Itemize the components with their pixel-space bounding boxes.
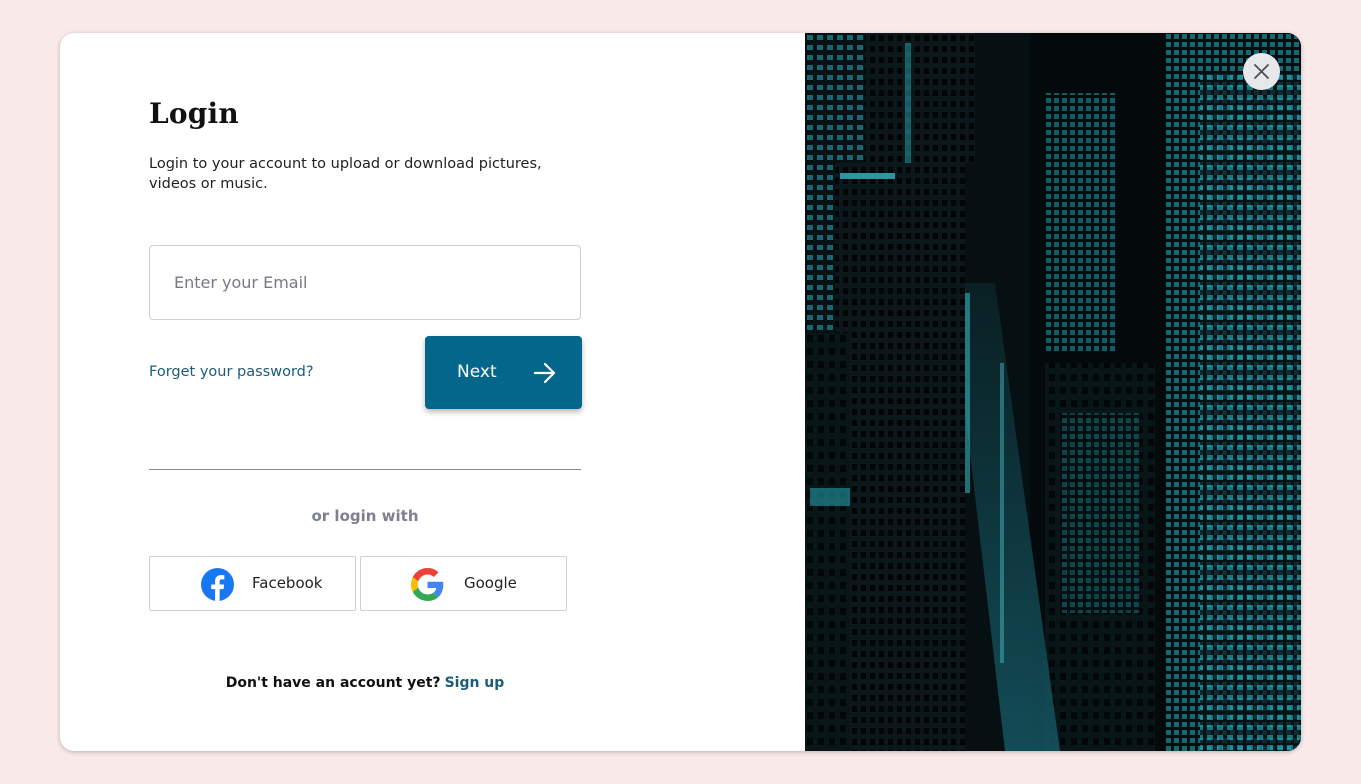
facebook-button-label: Facebook	[252, 574, 323, 592]
or-login-with-label: or login with	[311, 507, 419, 525]
signup-prompt: Don't have an account yet?	[225, 675, 441, 691]
close-button[interactable]	[1243, 53, 1280, 90]
google-login-button[interactable]: Google	[360, 556, 567, 611]
login-form-panel: Login Login to your account to upload or…	[60, 33, 805, 751]
email-input[interactable]	[149, 245, 581, 320]
facebook-logo-icon	[201, 568, 234, 601]
city-night-image	[805, 33, 1301, 751]
login-modal: Login Login to your account to upload or…	[60, 33, 1301, 751]
google-logo-icon	[411, 568, 444, 601]
next-button[interactable]: Next	[425, 336, 582, 409]
signup-row: Don't have an account yet? Sign up	[149, 675, 581, 691]
city-image-panel	[805, 33, 1301, 751]
google-button-label: Google	[464, 574, 517, 592]
arrow-right-icon	[533, 362, 556, 384]
next-button-label: Next	[457, 362, 497, 382]
forgot-password-link[interactable]: Forget your password?	[149, 364, 314, 380]
login-subtitle: Login to your account to upload or downl…	[149, 156, 542, 192]
signup-link[interactable]: Sign up	[445, 675, 505, 691]
close-icon	[1254, 64, 1269, 79]
page-title: Login	[149, 97, 239, 130]
divider	[149, 469, 581, 470]
facebook-login-button[interactable]: Facebook	[149, 556, 356, 611]
